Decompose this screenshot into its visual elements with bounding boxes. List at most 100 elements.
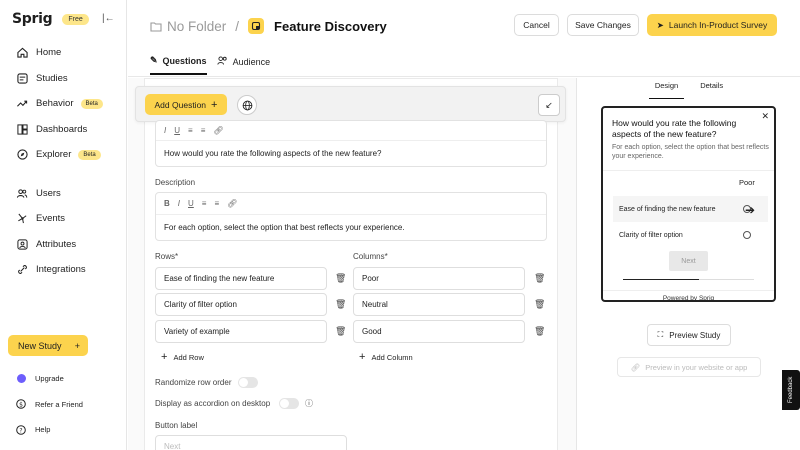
question-text: How would you rate the following aspects… bbox=[164, 149, 382, 158]
sidebar-item-users[interactable]: Users bbox=[0, 181, 126, 207]
delete-column-icon[interactable]: 🗑︎ bbox=[534, 273, 545, 284]
accordion-toggle[interactable] bbox=[279, 398, 299, 409]
button-label-input[interactable]: Next bbox=[155, 435, 347, 450]
new-study-label: New Study bbox=[18, 340, 62, 351]
add-row-label: Add Row bbox=[173, 352, 204, 362]
link-icon[interactable]: 🔗︎ bbox=[227, 199, 237, 208]
sidebar-item-label: Behavior bbox=[36, 98, 74, 110]
sidebar-item-label: Refer a Friend bbox=[35, 399, 83, 409]
column-input[interactable]: Poor bbox=[353, 267, 525, 290]
home-icon bbox=[16, 47, 28, 59]
bullet-list-icon[interactable]: ≡ bbox=[214, 199, 219, 208]
preview-study-label: Preview Study bbox=[669, 330, 721, 340]
ordered-list-icon[interactable]: ≡ bbox=[188, 126, 193, 135]
close-icon[interactable]: ✕ bbox=[761, 111, 769, 122]
add-row-button[interactable]: + Add Row bbox=[161, 351, 204, 363]
italic-icon[interactable]: I bbox=[178, 199, 180, 208]
attributes-icon bbox=[16, 238, 28, 250]
feedback-tab[interactable]: Feedback bbox=[782, 370, 800, 410]
preview-panel: Design Details ✕ How would you rate the … bbox=[576, 78, 800, 450]
preview-question: How would you rate the following aspects… bbox=[612, 118, 737, 139]
logo[interactable]: Sprig bbox=[12, 11, 53, 27]
study-title[interactable]: Feature Discovery bbox=[274, 19, 387, 34]
row-input[interactable]: Clarity of filter option bbox=[155, 293, 327, 316]
sidebar-item-behavior[interactable]: Behavior Beta bbox=[0, 91, 126, 117]
bold-icon[interactable]: B bbox=[164, 199, 170, 208]
folder-crumb[interactable]: No Folder bbox=[150, 19, 226, 34]
question-text-editor[interactable]: I U ≡ ≡ 🔗︎ How would you rate the follow… bbox=[155, 120, 547, 167]
tab-design[interactable]: Design bbox=[648, 81, 685, 99]
link-icon[interactable]: 🔗︎ bbox=[213, 126, 223, 135]
link-icon: 🔗︎ bbox=[630, 362, 641, 372]
launch-survey-button[interactable]: ➤ Launch In-Product Survey bbox=[647, 14, 777, 36]
new-study-button[interactable]: New Study + bbox=[8, 335, 88, 356]
help-icon: ? bbox=[16, 424, 26, 435]
sidebar-nav: Home Studies Behavior Beta Dashboards Ex… bbox=[0, 40, 126, 283]
sidebar-item-events[interactable]: Events bbox=[0, 206, 126, 232]
launch-label: Launch In-Product Survey bbox=[668, 20, 768, 30]
radio-button[interactable] bbox=[743, 231, 751, 239]
trend-icon bbox=[16, 98, 28, 110]
preview-column-header: Poor bbox=[739, 178, 755, 187]
delete-column-icon[interactable]: 🗑︎ bbox=[534, 299, 545, 310]
tab-questions[interactable]: ✎ Questions bbox=[150, 55, 207, 75]
sidebar-item-integrations[interactable]: Integrations bbox=[0, 257, 126, 283]
formatting-toolbar: I U ≡ ≡ 🔗︎ bbox=[156, 121, 546, 141]
events-icon bbox=[16, 213, 28, 225]
sidebar-item-help[interactable]: ? Help bbox=[0, 417, 126, 443]
preview-study-button[interactable]: ⛶ Preview Study bbox=[647, 324, 731, 346]
sidebar-item-explorer[interactable]: Explorer Beta bbox=[0, 142, 126, 168]
sidebar-item-attributes[interactable]: Attributes bbox=[0, 232, 126, 258]
delete-row-icon[interactable]: 🗑︎ bbox=[335, 273, 346, 284]
info-icon[interactable]: ⓘ bbox=[305, 398, 313, 409]
next-button[interactable]: Next bbox=[669, 251, 708, 271]
sidebar-footer: Upgrade $ Refer a Friend ? Help bbox=[0, 366, 126, 443]
beta-badge: Beta bbox=[80, 98, 103, 109]
folder-icon bbox=[150, 21, 162, 32]
sidebar-item-label: Dashboards bbox=[36, 123, 88, 135]
preview-website-button[interactable]: 🔗︎ Preview in your website or app bbox=[617, 357, 761, 377]
underline-icon[interactable]: U bbox=[174, 126, 180, 135]
sidebar-item-studies[interactable]: Studies bbox=[0, 66, 126, 92]
collapse-icon[interactable]: ↙ bbox=[538, 94, 560, 116]
plus-icon: + bbox=[211, 98, 218, 111]
sidebar-item-upgrade[interactable]: Upgrade bbox=[0, 366, 126, 392]
tab-details[interactable]: Details bbox=[694, 81, 729, 99]
plan-badge: Free bbox=[62, 13, 89, 25]
column-input[interactable]: Neutral bbox=[353, 293, 525, 316]
sidebar-item-refer[interactable]: $ Refer a Friend bbox=[0, 392, 126, 418]
delete-column-icon[interactable]: 🗑︎ bbox=[534, 326, 545, 337]
italic-icon[interactable]: I bbox=[164, 126, 166, 135]
row-input[interactable]: Ease of finding the new feature bbox=[155, 267, 327, 290]
add-column-button[interactable]: + Add Column bbox=[359, 351, 413, 363]
svg-text:$: $ bbox=[19, 402, 23, 409]
upgrade-icon bbox=[16, 374, 26, 384]
dashboard-icon bbox=[16, 123, 28, 135]
sidebar-item-label: Studies bbox=[36, 72, 68, 84]
bullet-list-icon[interactable]: ≡ bbox=[201, 126, 206, 135]
tab-audience[interactable]: Audience bbox=[216, 55, 270, 75]
cancel-button[interactable]: Cancel bbox=[514, 14, 559, 36]
collapse-sidebar-icon[interactable]: |← bbox=[102, 13, 115, 24]
globe-icon[interactable] bbox=[237, 95, 257, 115]
columns-label: Columns* bbox=[353, 252, 388, 261]
ordered-list-icon[interactable]: ≡ bbox=[202, 199, 207, 208]
mouse-cursor-icon: ➔ bbox=[745, 203, 756, 217]
app: Sprig Free |← Home Studies Behavior Beta… bbox=[0, 0, 800, 450]
delete-row-icon[interactable]: 🗑︎ bbox=[335, 299, 346, 310]
description-editor[interactable]: B I U ≡ ≡ 🔗︎ For each option, select the… bbox=[155, 192, 547, 241]
underline-icon[interactable]: U bbox=[188, 199, 194, 208]
tab-label: Questions bbox=[162, 55, 207, 66]
sidebar-item-home[interactable]: Home bbox=[0, 40, 126, 66]
edit-icon: ✎ bbox=[150, 55, 158, 65]
randomize-toggle[interactable] bbox=[238, 377, 258, 388]
sidebar-item-dashboards[interactable]: Dashboards bbox=[0, 117, 126, 143]
description-text: For each option, select the option that … bbox=[164, 223, 405, 232]
column-input[interactable]: Good bbox=[353, 320, 525, 343]
delete-row-icon[interactable]: 🗑︎ bbox=[335, 326, 346, 337]
progress-bar bbox=[623, 279, 754, 280]
study-type-icon bbox=[248, 18, 265, 34]
row-input[interactable]: Variety of example bbox=[155, 320, 327, 343]
save-changes-button[interactable]: Save Changes bbox=[567, 14, 639, 36]
add-question-button[interactable]: Add Question + bbox=[145, 94, 227, 115]
